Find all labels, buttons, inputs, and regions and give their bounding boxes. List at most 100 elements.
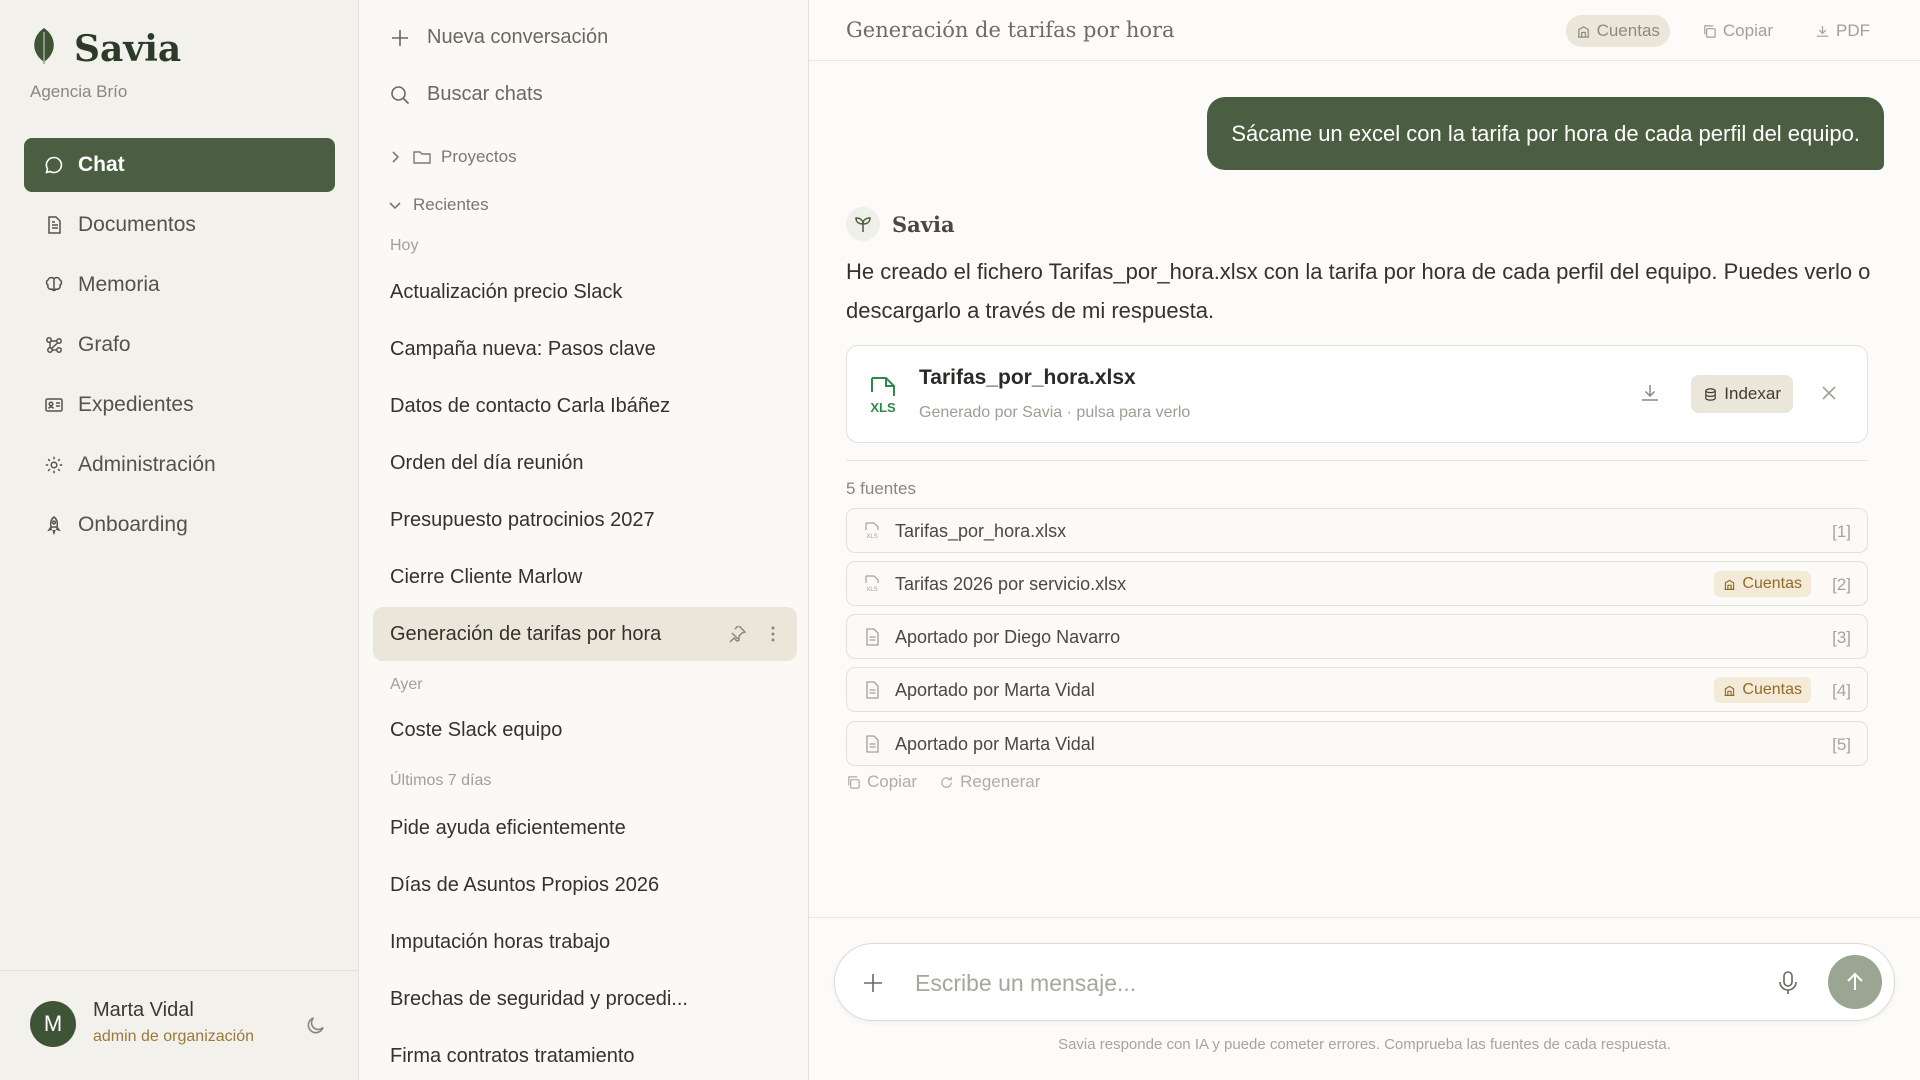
sources-count: 5 fuentes [846, 479, 916, 498]
search-chats-label: Buscar chats [427, 83, 543, 105]
assistant-header: Savia [846, 207, 955, 241]
chat-item[interactable]: Cierre Cliente Marlow [373, 550, 797, 604]
pdf-label: PDF [1836, 21, 1870, 40]
chevron-down-icon [389, 202, 401, 210]
chat-item[interactable]: Campaña nueva: Pasos clave [373, 322, 797, 376]
source-name: Aportado por Marta Vidal [895, 734, 1095, 754]
brand[interactable]: Savia [30, 26, 181, 71]
new-conversation-button[interactable]: Nueva conversación [389, 26, 608, 49]
close-icon[interactable] [1819, 383, 1839, 403]
plus-icon [392, 29, 408, 46]
nav-item-chat[interactable]: Chat [24, 138, 335, 192]
assistant-name: Savia [892, 211, 955, 237]
chat-item[interactable]: Imputación horas trabajo [373, 915, 797, 969]
chat-item-tools [727, 624, 783, 644]
search-chats-button[interactable]: Buscar chats [389, 83, 543, 106]
brand-name: Savia [74, 27, 182, 70]
document-icon [866, 681, 879, 699]
id-card-icon [45, 398, 63, 412]
new-conversation-label: Nueva conversación [427, 26, 609, 48]
top-actions: Cuentas Copiar PDF [1565, 15, 1880, 47]
document-icon [866, 735, 879, 753]
user-name: Marta Vidal [93, 999, 194, 1021]
source-ref: [4] [1832, 681, 1851, 700]
nav-item-documentos[interactable]: Documentos [24, 198, 335, 252]
user-profile[interactable]: M Marta Vidal admin de organización [0, 970, 358, 1080]
space-button[interactable]: Cuentas [1565, 15, 1670, 47]
message-composer [834, 943, 1895, 1021]
conversation-topbar: Generación de tarifas por hora Cuentas C… [809, 0, 1920, 61]
building-icon [1725, 685, 1735, 696]
microphone-icon[interactable] [1776, 970, 1800, 996]
chat-item[interactable]: Actualización precio Slack [373, 265, 797, 319]
ai-disclaimer: Savia responde con IA y puede cometer er… [1058, 1036, 1671, 1053]
chat-item[interactable]: Orden del día reunión [373, 436, 797, 490]
sprout-icon [846, 207, 880, 241]
source-ref: [1] [1832, 522, 1851, 541]
send-button[interactable] [1828, 955, 1882, 1009]
attach-plus-icon[interactable] [861, 971, 885, 995]
nav-item-grafo[interactable]: Grafo [24, 318, 335, 372]
recents-group[interactable]: Recientes [387, 195, 489, 215]
copy-message-button[interactable]: Copiar [846, 772, 917, 792]
projects-group[interactable]: Proyectos [387, 147, 517, 167]
index-button[interactable]: Indexar [1691, 375, 1793, 413]
source-tag-label: Cuentas [1742, 681, 1802, 698]
file-attachment-card[interactable]: XLS Tarifas_por_hora.xlsx Generado por S… [846, 345, 1868, 443]
source-row[interactable]: XLS Tarifas 2026 por servicio.xlsx Cuent… [846, 561, 1868, 606]
download-icon[interactable] [1639, 382, 1661, 404]
copy-icon [1704, 24, 1716, 38]
regenerate-button[interactable]: Regenerar [939, 772, 1040, 792]
message-input[interactable] [915, 966, 1755, 1000]
nav-item-expedientes[interactable]: Expedientes [24, 378, 335, 432]
moon-icon[interactable] [304, 1013, 328, 1037]
source-row[interactable]: XLS Tarifas_por_hora.xlsx [1] [846, 508, 1868, 553]
source-row[interactable]: Aportado por Marta Vidal [5] [846, 721, 1868, 766]
source-ref: [2] [1832, 575, 1851, 594]
conversation-title: Generación de tarifas por hora [846, 18, 1175, 42]
svg-text:XLS: XLS [866, 587, 877, 593]
chat-item[interactable]: Días de Asuntos Propios 2026 [373, 858, 797, 912]
source-ref: [3] [1832, 628, 1851, 647]
nav-item-onboarding[interactable]: Onboarding [24, 498, 335, 552]
source-name: Tarifas_por_hora.xlsx [895, 521, 1067, 541]
pdf-export-button[interactable]: PDF [1805, 15, 1880, 47]
projects-label: Proyectos [441, 147, 517, 166]
chevron-right-icon [392, 151, 400, 163]
leaf-logo-icon [30, 26, 58, 71]
divider [846, 460, 1868, 461]
nav-label: Memoria [78, 273, 160, 296]
chat-item-label: Generación de tarifas por hora [390, 622, 662, 645]
nav-item-administracion[interactable]: Administración [24, 438, 335, 492]
chat-item[interactable]: Firma contratos tratamiento [373, 1029, 797, 1080]
building-icon [1725, 579, 1735, 590]
chat-item[interactable]: Coste Slack equipo [373, 703, 797, 757]
copy-conversation-button[interactable]: Copiar [1692, 15, 1783, 47]
source-row[interactable]: Aportado por Diego Navarro [3] [846, 614, 1868, 659]
pin-icon[interactable] [727, 624, 747, 644]
chat-item[interactable]: Presupuesto patrocinios 2027 [373, 493, 797, 547]
chat-item[interactable]: Datos de contacto Carla Ibáñez [373, 379, 797, 433]
regenerate-label: Regenerar [960, 772, 1041, 791]
arrow-up-icon [1847, 972, 1863, 990]
building-icon [1577, 25, 1589, 38]
copy-label: Copiar [1722, 21, 1773, 40]
chat-item[interactable]: Pide ayuda eficientemente [373, 801, 797, 855]
user-message: Sácame un excel con la tarifa por hora d… [1207, 97, 1884, 170]
source-tag: Cuentas [1714, 571, 1811, 597]
conversation-panel: Generación de tarifas por hora Cuentas C… [809, 0, 1920, 1080]
assistant-message: He creado el fichero Tarifas_por_hora.xl… [846, 259, 1871, 323]
message-actions: Copiar Regenerar [846, 772, 1040, 792]
document-icon [48, 216, 61, 234]
chat-item[interactable]: Brechas de seguridad y procedi... [373, 972, 797, 1026]
chat-item-active[interactable]: Generación de tarifas por hora [373, 607, 797, 661]
more-options-icon[interactable] [763, 624, 783, 644]
section-today: Hoy [390, 237, 419, 254]
refresh-icon [941, 776, 952, 788]
file-subtitle: Generado por Savia · pulsa para verlo [919, 404, 1191, 421]
download-icon [1816, 25, 1829, 37]
nav-label: Administración [78, 453, 216, 476]
source-row[interactable]: Aportado por Marta Vidal Cuentas [4] [846, 667, 1868, 712]
file-type-label: XLS [870, 400, 896, 415]
nav-item-memoria[interactable]: Memoria [24, 258, 335, 312]
